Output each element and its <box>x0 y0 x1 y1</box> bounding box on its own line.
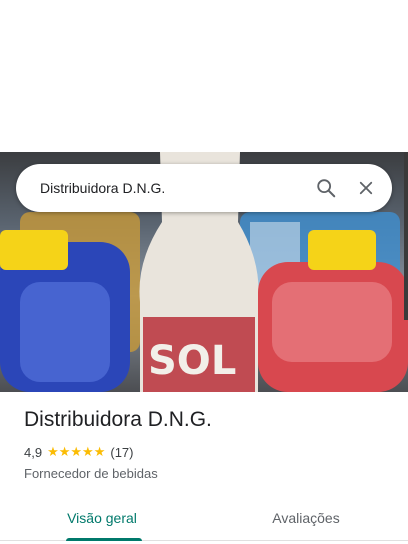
rating-value: 4,9 <box>24 444 43 460</box>
review-count[interactable]: (17) <box>110 445 133 460</box>
tab-bar: Visão geral Avaliações <box>0 496 408 541</box>
svg-text:SOL: SOL <box>148 338 236 384</box>
blank-map-area <box>0 0 408 152</box>
tab-reviews[interactable]: Avaliações <box>204 496 408 540</box>
search-icon[interactable] <box>306 168 346 208</box>
active-tab-indicator <box>66 538 142 541</box>
search-bar[interactable]: Distribuidora D.N.G. <box>16 164 392 212</box>
rating-row[interactable]: 4,9 ★★★★★ (17) <box>24 444 133 460</box>
close-icon[interactable] <box>346 168 386 208</box>
place-info-panel: Distribuidora D.N.G. 4,9 ★★★★★ (17) Forn… <box>0 392 408 544</box>
tab-overview-label: Visão geral <box>67 510 137 526</box>
place-title: Distribuidora D.N.G. <box>24 408 212 431</box>
place-category[interactable]: Fornecedor de bebidas <box>24 466 158 481</box>
tab-reviews-label: Avaliações <box>272 510 340 526</box>
tab-overview[interactable]: Visão geral <box>0 496 204 541</box>
scrollbar[interactable] <box>404 152 408 320</box>
search-input[interactable]: Distribuidora D.N.G. <box>40 180 306 196</box>
star-icon: ★★★★★ <box>47 444 106 459</box>
